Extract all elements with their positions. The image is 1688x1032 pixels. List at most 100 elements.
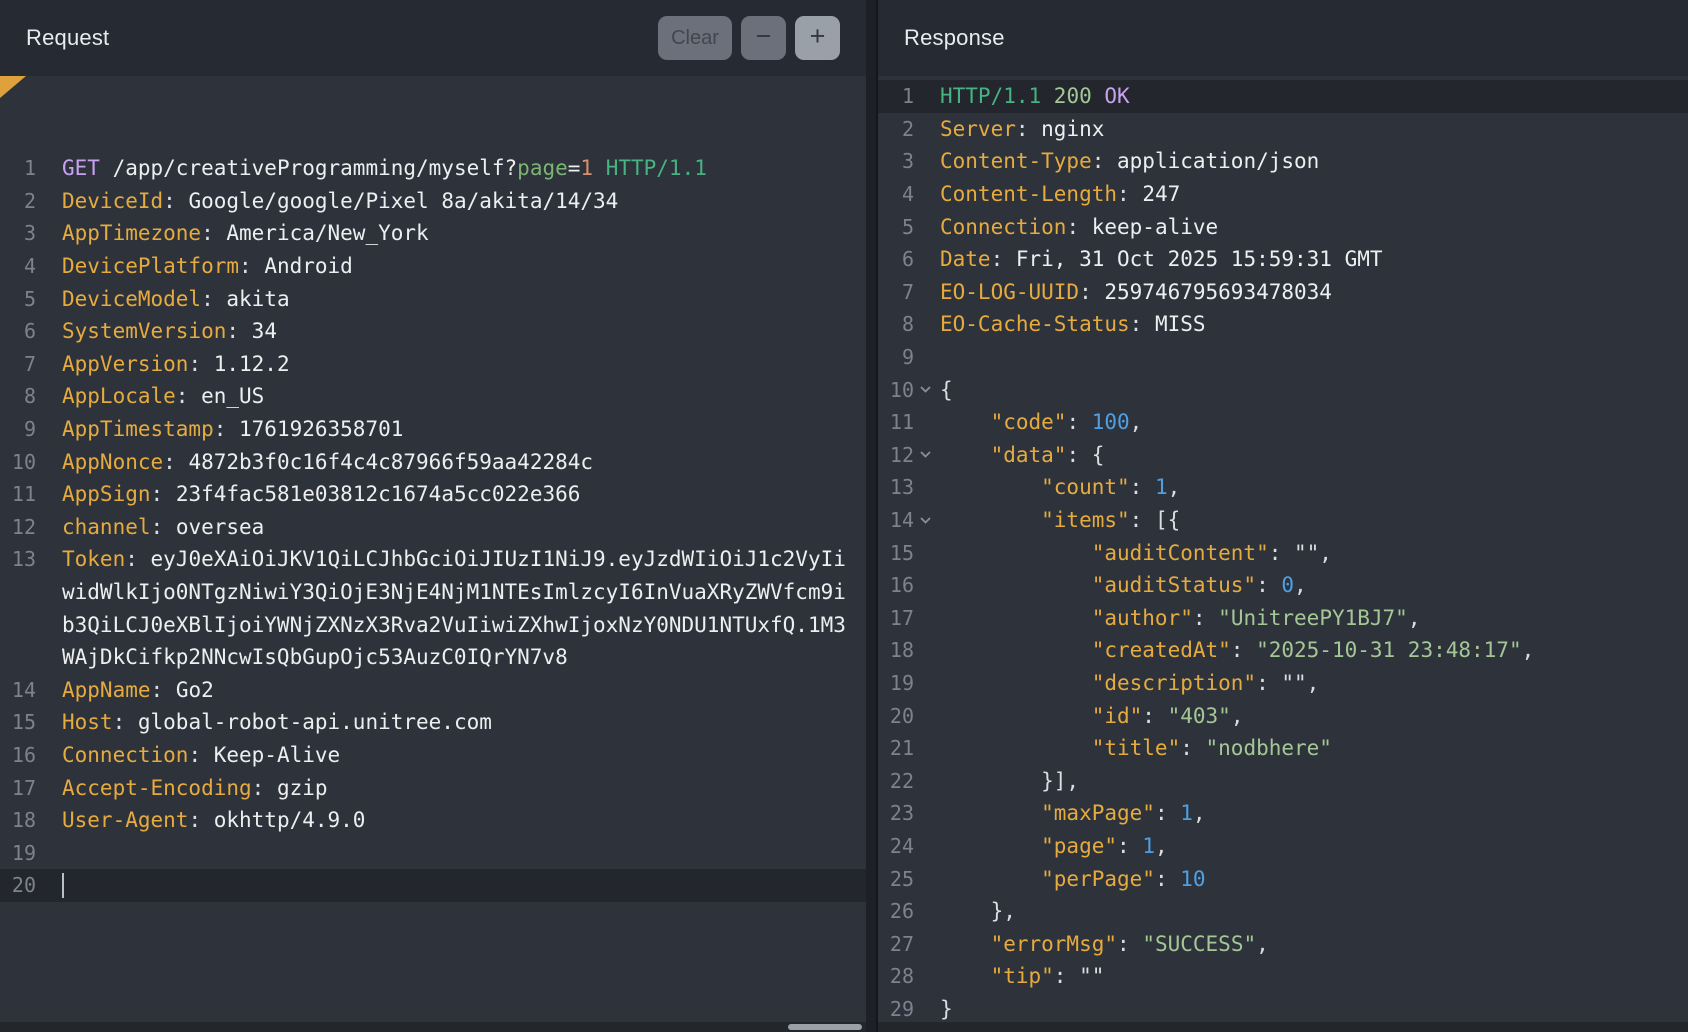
response-title: Response [904, 25, 1005, 50]
code-text: GET /app/creativeProgramming/myself? page… [62, 156, 707, 181]
line-number: 4 [901, 182, 914, 207]
code-text: "data": { [940, 442, 1105, 467]
line-number: 19 [11, 840, 36, 865]
line-number: 17 [11, 775, 36, 800]
code-line: 8 EO-Cache-Status: MISS [878, 308, 1688, 341]
line-number: 1 [23, 156, 36, 181]
code-text: b3QiLCJ0eXBlIjoiYWNjZXNzX3Rva2VuIiwiZXhw… [62, 612, 846, 637]
code-line: 18 User-Agent: okhttp/4.9.0 [0, 804, 866, 837]
line-number: 25 [889, 866, 914, 891]
code-line: WAjDkCifkp2NNcwIsQbGupOjc53AuzC0IQrYN7v8 [0, 641, 866, 674]
line-number: 7 [23, 351, 36, 376]
code-text: Connection: keep-alive [940, 214, 1219, 239]
code-text: WAjDkCifkp2NNcwIsQbGupOjc53AuzC0IQrYN7v8 [62, 645, 568, 670]
code-text: widWlkIjo0NTgzNiwiY3QiOjE3NjE4NjM1NTEsIm… [62, 580, 846, 605]
code-text: "maxPage": 1, [940, 801, 1206, 826]
fold-toggle-icon[interactable] [914, 516, 936, 525]
line-number: 14 [11, 677, 36, 702]
request-panel: Request Clear − + 1 GET /app/creativeProg… [0, 0, 866, 1032]
line-number: 26 [889, 899, 914, 924]
panel-divider[interactable] [866, 0, 878, 1032]
code-line: 16 Connection: Keep-Alive [0, 739, 866, 772]
code-line: 5 DeviceModel: akita [0, 282, 866, 315]
code-line: 18 "createdAt": "2025-10-31 23:48:17", [878, 634, 1688, 667]
line-number: 9 [23, 417, 36, 442]
line-number: 20 [889, 703, 914, 728]
request-title: Request [26, 25, 110, 50]
code-line: 19 [0, 836, 866, 869]
line-number: 28 [889, 964, 914, 989]
code-line: 1 HTTP/1.1 200 OK [878, 80, 1688, 113]
code-text: HTTP/1.1 200 OK [940, 84, 1130, 109]
code-text: DeviceId: Google/google/Pixel 8a/akita/1… [62, 188, 619, 213]
code-line: 23 "maxPage": 1, [878, 797, 1688, 830]
clear-button[interactable]: Clear [658, 16, 732, 60]
line-number: 19 [889, 670, 914, 695]
code-line: 11 "code": 100, [878, 406, 1688, 439]
line-number: 5 [901, 214, 914, 239]
code-text: "page": 1, [940, 833, 1168, 858]
fold-toggle-icon[interactable] [914, 385, 936, 394]
line-number: 21 [889, 736, 914, 761]
fold-toggle-icon[interactable] [914, 450, 936, 459]
line-number: 8 [901, 312, 914, 337]
line-number: 20 [11, 873, 36, 898]
code-line: 14 "items": [{ [878, 504, 1688, 537]
code-text: "auditStatus": 0, [940, 573, 1307, 598]
response-code-viewer[interactable]: 1 HTTP/1.1 200 OK 2 Server: nginx 3 Content-T… [878, 76, 1688, 1025]
code-line: 12 "data": { [878, 439, 1688, 472]
code-line: 19 "description": "", [878, 667, 1688, 700]
line-number: 13 [889, 475, 914, 500]
code-line: 4 DevicePlatform: Android [0, 250, 866, 283]
code-text: AppTimezone: America/New_York [62, 221, 429, 246]
code-text: User-Agent: okhttp/4.9.0 [62, 808, 366, 833]
code-text: Accept-Encoding: gzip [62, 775, 328, 800]
code-line: b3QiLCJ0eXBlIjoiYWNjZXNzX3Rva2VuIiwiZXhw… [0, 608, 866, 641]
font-decrease-button[interactable]: − [741, 16, 786, 60]
code-line: 2 DeviceId: Google/google/Pixel 8a/akita/… [0, 185, 866, 218]
code-line: 3 Content-Type: application/json [878, 145, 1688, 178]
code-line: 13 Token: eyJ0eXAiOiJKV1QiLCJhbGciOiJIUzI… [0, 543, 866, 576]
line-number: 3 [23, 221, 36, 246]
line-number: 2 [23, 188, 36, 213]
code-text: AppTimestamp: 1761926358701 [62, 417, 404, 442]
code-line: 17 "author": "UnitreePY1BJ7", [878, 602, 1688, 635]
code-text: Host: global-robot-api.unitree.com [62, 710, 492, 735]
line-number: 15 [11, 710, 36, 735]
text-cursor [62, 872, 64, 898]
code-line: 11 AppSign: 23f4fac581e03812c1674a5cc022e… [0, 478, 866, 511]
font-increase-button[interactable]: + [795, 16, 840, 60]
code-text: "id": "403", [940, 703, 1244, 728]
code-line: 15 Host: global-robot-api.unitree.com [0, 706, 866, 739]
code-text: "errorMsg": "SUCCESS", [940, 931, 1269, 956]
code-line: 25 "perPage": 10 [878, 862, 1688, 895]
code-line: 15 "auditContent": "", [878, 536, 1688, 569]
line-number: 10 [11, 449, 36, 474]
line-number: 29 [889, 996, 914, 1021]
code-text: } [940, 996, 953, 1021]
request-code-editor[interactable]: 1 GET /app/creativeProgramming/myself? pag… [0, 76, 866, 902]
line-number: 22 [889, 768, 914, 793]
line-number: 27 [889, 931, 914, 956]
line-number: 3 [901, 149, 914, 174]
code-line: 29} [878, 993, 1688, 1026]
code-text: Connection: Keep-Alive [62, 742, 341, 767]
line-number: 8 [23, 384, 36, 409]
code-line: 26 }, [878, 895, 1688, 928]
code-text: DeviceModel: akita [62, 286, 290, 311]
code-line: 4 Content-Length: 247 [878, 178, 1688, 211]
code-line: 5 Connection: keep-alive [878, 210, 1688, 243]
request-hscrollbar-thumb[interactable] [788, 1024, 862, 1030]
line-number: 14 [889, 508, 914, 533]
code-text: AppName: Go2 [62, 677, 214, 702]
code-line: 17 Accept-Encoding: gzip [0, 771, 866, 804]
code-line: widWlkIjo0NTgzNiwiY3QiOjE3NjE4NjM1NTEsIm… [0, 576, 866, 609]
response-header: Response [878, 0, 1688, 76]
line-number: 17 [889, 605, 914, 630]
code-line: 14 AppName: Go2 [0, 674, 866, 707]
line-number: 18 [889, 638, 914, 663]
code-line: 8 AppLocale: en_US [0, 380, 866, 413]
code-line: 7 AppVersion: 1.12.2 [0, 348, 866, 381]
code-text: EO-Cache-Status: MISS [940, 312, 1206, 337]
code-text: channel: oversea [62, 514, 265, 539]
